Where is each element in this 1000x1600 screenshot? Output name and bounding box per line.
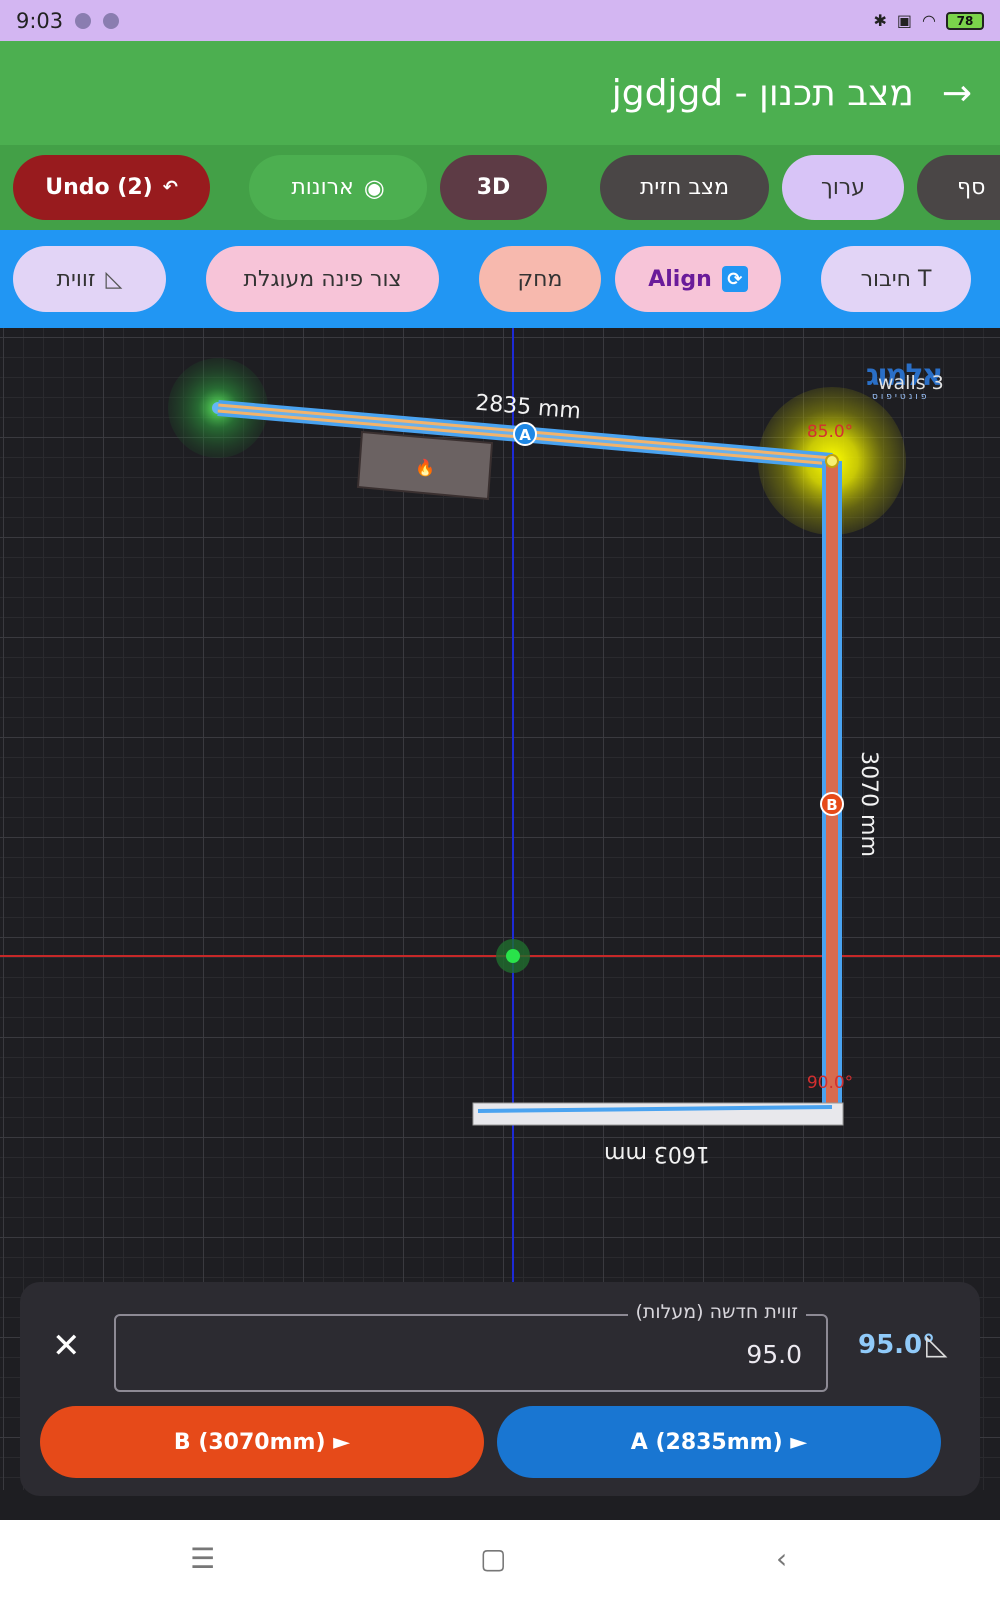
edit-button[interactable]: ערוך	[782, 155, 904, 220]
align-button[interactable]: Align ⟳	[615, 246, 781, 312]
corner-angle-bottom-label: 90.0°	[807, 1073, 853, 1093]
battery-icon: 78	[946, 11, 984, 30]
select-wall-b-label: B (3070mm) ►	[173, 1429, 351, 1455]
more-label: סף	[957, 175, 986, 200]
logo-sub: פונטיפוס	[872, 392, 930, 402]
edit-toolbar: זווית ◺ צור פינה מעוגלת מחק Align ⟳ חיבו…	[0, 230, 1000, 328]
rounded-corner-button[interactable]: צור פינה מעוגלת	[206, 246, 439, 312]
sync-icon: ⟳	[721, 266, 748, 292]
notification-dot-icon	[75, 12, 92, 29]
wall-a-marker-label: A	[519, 426, 531, 444]
app-bar: מצב תכנון - jgdjgd →	[0, 41, 1000, 145]
eye-icon: ◉	[363, 173, 385, 202]
brand-logo: אלמוג walls 3 פונטיפוס	[866, 358, 976, 404]
close-icon[interactable]: ✕	[52, 1326, 81, 1366]
delete-button[interactable]: מחק	[479, 246, 601, 312]
back-arrow-icon[interactable]: →	[942, 73, 972, 114]
3d-button[interactable]: 3D	[440, 155, 547, 220]
wall-b-length-label: 3070 mm	[856, 751, 881, 857]
angle-edit-panel: ✕ זווית חדשה (מעלות) 95.0 95.0° ◺ B (307…	[20, 1282, 980, 1496]
wall-c-length-label: 1603 mm	[604, 1141, 710, 1166]
home-icon[interactable]: ▢	[480, 1542, 506, 1575]
corner-angle-top-label: 85.0°	[807, 422, 853, 442]
undo-button[interactable]: Undo (2) ↶	[13, 155, 210, 220]
select-wall-b-button[interactable]: B (3070mm) ►	[40, 1406, 484, 1478]
triangle-ruler-icon: ◺	[105, 266, 123, 292]
page-title: מצב תכנון - jgdjgd	[611, 72, 914, 114]
status-time: 9:03	[16, 8, 64, 33]
angles-label: זווית	[56, 266, 96, 292]
cabinets-label: ארונות	[291, 175, 354, 200]
notification-dot-icon	[103, 12, 120, 29]
wifi-icon: ◠	[922, 11, 936, 30]
cabinets-toggle-button[interactable]: ארונות ◉	[249, 155, 427, 220]
angles-button[interactable]: זווית ◺	[13, 246, 166, 312]
wall-a-length-label: 2835 mm	[474, 391, 582, 425]
corner-point[interactable]	[825, 454, 839, 468]
select-wall-a-button[interactable]: A (2835mm) ►	[497, 1406, 941, 1478]
front-view-label: מצב חזית	[639, 175, 730, 200]
undo-label: Undo (2)	[45, 175, 153, 200]
delete-label: מחק	[517, 266, 563, 292]
app-root: 9:03 ✱ ▣ ◠ 78 מצב תכנון - jgdjgd → Undo …	[0, 0, 1000, 1600]
new-angle-field[interactable]: זווית חדשה (מעלות) 95.0	[114, 1301, 828, 1392]
front-view-button[interactable]: מצב חזית	[600, 155, 769, 220]
more-button[interactable]: סף	[917, 155, 1000, 220]
mode-toolbar: Undo (2) ↶ ארונות ◉ 3D מצב חזית ערוך סף	[0, 145, 1000, 230]
triangle-ruler-icon: ◺	[926, 1328, 948, 1361]
edit-label: ערוך	[821, 175, 865, 200]
rounded-corner-label: צור פינה מעוגלת	[243, 266, 402, 292]
status-icons: ✱ ▣ ◠ 78	[873, 11, 984, 30]
wall-b-marker-label: B	[826, 796, 837, 814]
select-wall-a-label: A (2835mm) ►	[630, 1429, 808, 1455]
back-icon[interactable]: ‹	[776, 1542, 787, 1575]
bluetooth-icon: ✱	[873, 11, 887, 30]
logo-text: walls 3	[878, 372, 944, 394]
system-nav-bar: ☰ ▢ ‹	[0, 1520, 1000, 1600]
menu-icon[interactable]: ☰	[190, 1542, 215, 1575]
3d-label: 3D	[476, 175, 511, 200]
undo-icon: ↶	[162, 177, 178, 198]
new-angle-value[interactable]: 95.0	[746, 1340, 802, 1369]
new-angle-label: זווית חדשה (מעלות)	[627, 1301, 806, 1323]
t-join-label: חיבור T	[860, 266, 932, 292]
t-join-button[interactable]: חיבור T	[821, 246, 971, 312]
current-angle-readout: 95.0°	[858, 1330, 936, 1360]
align-label: Align	[648, 266, 712, 292]
status-bar: 9:03 ✱ ▣ ◠ 78	[0, 0, 1000, 41]
center-point[interactable]	[506, 949, 520, 963]
flame-icon: 🔥	[415, 458, 435, 477]
sim-icon: ▣	[896, 11, 913, 30]
